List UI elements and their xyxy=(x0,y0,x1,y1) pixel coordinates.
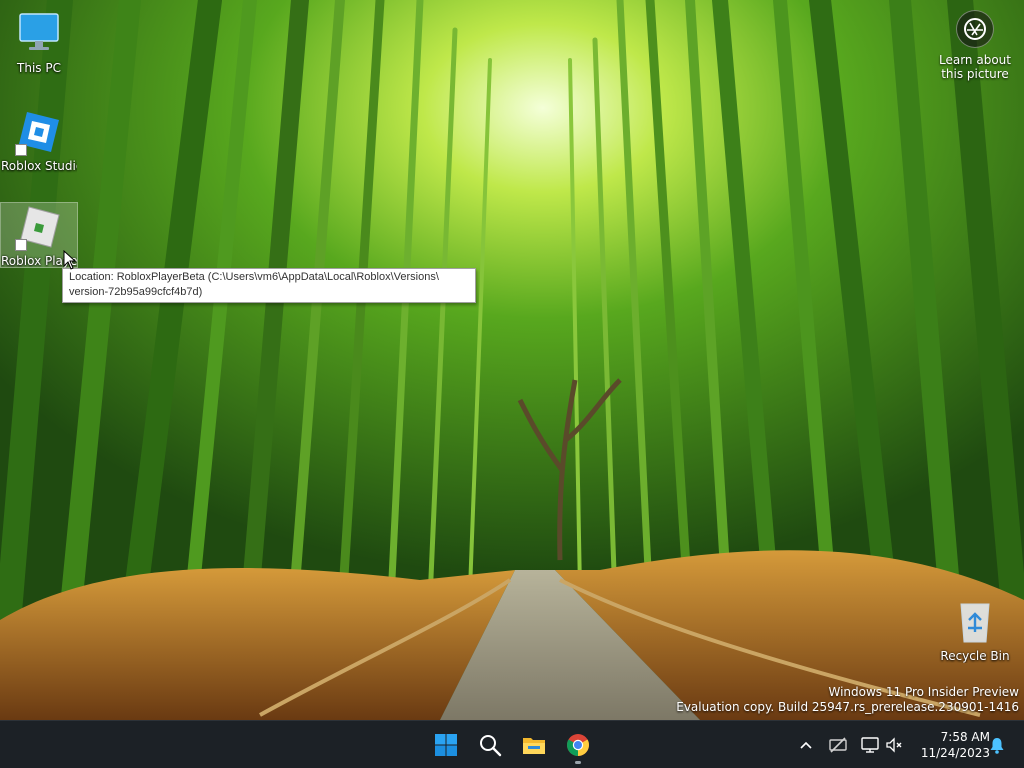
shortcut-arrow-icon xyxy=(15,239,27,251)
shortcut-arrow-icon xyxy=(15,144,27,156)
file-explorer-icon xyxy=(523,738,545,754)
watermark-line2: Evaluation copy. Build 25947.rs_prerelea… xyxy=(676,700,1019,714)
taskbar-clock[interactable]: 7:58 AM 11/24/2023 xyxy=(916,729,990,761)
search-button[interactable] xyxy=(470,725,510,765)
file-explorer-button[interactable] xyxy=(514,725,554,765)
notification-bell-icon[interactable] xyxy=(987,735,1007,755)
tooltip-line2: version-72b95a99cfcf4b7d) xyxy=(69,286,203,298)
chrome-icon xyxy=(567,734,589,756)
watermark-line1: Windows 11 Pro Insider Preview xyxy=(828,685,1019,699)
this-pc-icon xyxy=(19,13,59,50)
running-indicator xyxy=(575,761,581,764)
desktop[interactable]: This PC Roblox Studio Roblox Player Lear… xyxy=(0,0,1024,720)
learn-about-this-picture-button[interactable]: Learn about this picture xyxy=(935,10,1015,81)
desktop-icon-roblox-studio[interactable]: Roblox Studio xyxy=(1,108,77,173)
desktop-icon-label: This PC xyxy=(17,61,61,75)
shortcut-location-tooltip: Location: RobloxPlayerBeta (C:\Users\vm6… xyxy=(62,268,476,303)
learn-about-line1: Learn about xyxy=(939,53,1011,67)
wallpaper-bamboo-forest xyxy=(0,0,1024,720)
windows-start-icon xyxy=(435,734,457,756)
tooltip-line1: Location: RobloxPlayerBeta (C:\Users\vm6… xyxy=(69,271,439,283)
clock-time: 7:58 AM xyxy=(940,730,990,744)
search-icon xyxy=(480,735,502,757)
learn-about-line2: this picture xyxy=(941,67,1009,81)
clock-date: 11/24/2023 xyxy=(920,746,990,760)
start-button[interactable] xyxy=(426,725,466,765)
desktop-icon-label: Roblox Studio xyxy=(1,159,77,173)
windows-evaluation-watermark: Windows 11 Pro Insider Preview Evaluatio… xyxy=(676,685,1019,715)
taskbar: 7:58 AM 11/24/2023 xyxy=(0,720,1024,768)
learn-about-circle xyxy=(956,10,994,48)
recycle-bin-icon xyxy=(960,603,990,643)
display-icon[interactable] xyxy=(860,735,880,755)
chevron-up-icon[interactable] xyxy=(796,735,816,755)
mouse-cursor-icon xyxy=(63,250,77,270)
desktop-icon-this-pc[interactable]: This PC xyxy=(1,10,77,75)
desktop-icon-label: Recycle Bin xyxy=(940,649,1010,663)
camera-icon xyxy=(964,18,986,40)
chrome-button[interactable] xyxy=(558,725,598,765)
volume-muted-icon[interactable] xyxy=(884,735,904,755)
desktop-icon-recycle-bin[interactable]: Recycle Bin xyxy=(937,598,1013,663)
network-disconnected-icon[interactable] xyxy=(828,735,848,755)
